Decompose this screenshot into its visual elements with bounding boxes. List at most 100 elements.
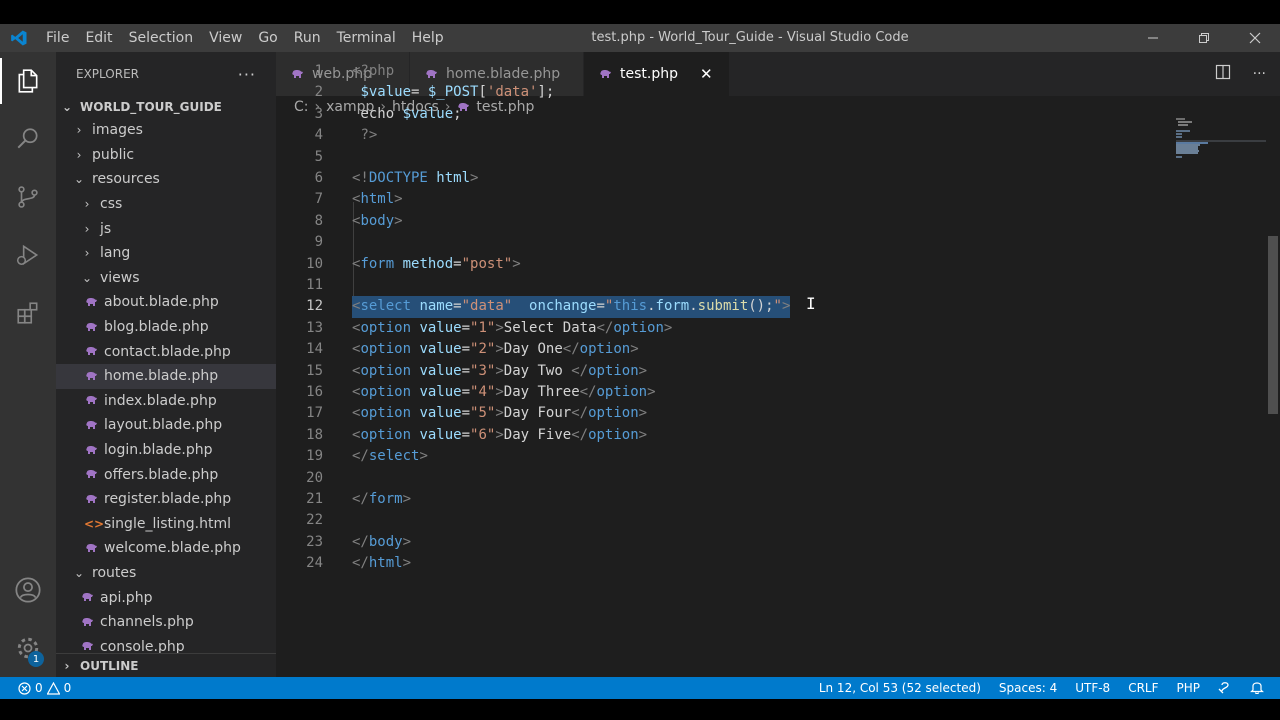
cursor-position[interactable]: Ln 12, Col 53 (52 selected) xyxy=(819,681,981,695)
indentation[interactable]: Spaces: 4 xyxy=(999,681,1057,695)
code-token: html xyxy=(360,191,395,208)
code-token: = xyxy=(461,384,471,400)
tree-item-label: welcome.blade.php xyxy=(104,540,241,557)
tree-file[interactable]: api.php xyxy=(56,585,276,610)
code-token: > xyxy=(495,362,504,379)
tree-file[interactable]: contact.blade.php xyxy=(56,339,276,364)
settings-gear-icon[interactable]: 1 xyxy=(0,619,56,677)
code-token: </ xyxy=(571,426,589,443)
source-control-icon[interactable] xyxy=(0,168,56,226)
extensions-icon[interactable] xyxy=(0,284,56,342)
encoding[interactable]: UTF-8 xyxy=(1075,681,1110,695)
tree-folder[interactable]: › lang xyxy=(56,241,276,266)
code-token: > xyxy=(470,170,479,186)
code-token: option xyxy=(588,426,639,443)
code-token: ?> xyxy=(360,127,378,144)
code-line: 21 </form> xyxy=(276,489,1280,510)
code-token: </ xyxy=(352,448,369,465)
status-bar: 0 0 Ln 12, Col 53 (52 selected) Spaces: … xyxy=(0,677,1280,699)
tree-file[interactable]: login.blade.php xyxy=(56,438,276,463)
minimap[interactable] xyxy=(1176,118,1266,168)
tree-item-label: lang xyxy=(100,245,131,262)
tree-file[interactable]: welcome.blade.php xyxy=(56,536,276,561)
chevron-right-icon: › xyxy=(84,246,90,261)
line-number: 17 xyxy=(306,405,323,422)
tree-item-label: login.blade.php xyxy=(104,442,213,459)
tree-file[interactable]: offers.blade.php xyxy=(56,462,276,487)
code-token: select xyxy=(360,298,412,315)
notifications-bell-icon[interactable] xyxy=(1250,680,1264,697)
tree-folder[interactable]: › css xyxy=(56,192,276,217)
explorer-title: EXPLORER xyxy=(76,67,139,81)
tree-file[interactable]: about.blade.php xyxy=(56,290,276,315)
code-token: > xyxy=(495,341,504,358)
code-token: </ xyxy=(579,384,597,400)
close-window-icon[interactable] xyxy=(1229,24,1280,52)
code-token: "post" xyxy=(461,255,513,272)
line-number: 21 xyxy=(306,491,323,507)
tree-file[interactable]: blog.blade.php xyxy=(56,315,276,340)
code-token: option xyxy=(360,341,412,358)
php-elephant-icon xyxy=(84,418,98,432)
code-token: = xyxy=(453,255,462,272)
menu-item-help[interactable]: Help xyxy=(404,24,452,52)
menu-item-view[interactable]: View xyxy=(201,24,250,52)
code-line: 19 </select> xyxy=(276,446,1280,467)
tree-file[interactable]: <> single_listing.html xyxy=(56,512,276,537)
tree-folder[interactable]: › public xyxy=(56,143,276,168)
line-number: 24 xyxy=(306,555,323,572)
outline-section[interactable]: › OUTLINE xyxy=(56,653,276,677)
menu-item-edit[interactable]: Edit xyxy=(77,24,120,52)
menu-item-selection[interactable]: Selection xyxy=(121,24,202,52)
menu-item-go[interactable]: Go xyxy=(250,24,285,52)
workspace-root[interactable]: ⌄ WORLD_TOUR_GUIDE xyxy=(56,96,276,118)
vertical-scrollbar[interactable] xyxy=(1266,118,1280,678)
language-mode[interactable]: PHP xyxy=(1177,681,1201,695)
code-token: submit xyxy=(697,298,749,315)
tree-folder[interactable]: ⌄ routes xyxy=(56,561,276,586)
tree-item-label: offers.blade.php xyxy=(104,466,219,483)
search-icon[interactable] xyxy=(0,110,56,168)
code-line: 16 <option value="4">Day Three</option> xyxy=(276,382,1280,403)
tree-item-label: js xyxy=(100,220,112,237)
code-editor[interactable]: 1 <?php 2 $value= $_POST['data']; 3 echo $v… xyxy=(276,63,1280,658)
scrollbar-thumb[interactable] xyxy=(1268,236,1278,414)
html-file-icon: <> xyxy=(84,516,105,531)
line-number: 4 xyxy=(314,127,323,144)
run-debug-icon[interactable] xyxy=(0,226,56,284)
error-icon xyxy=(18,681,31,695)
tree-file[interactable]: register.blade.php xyxy=(56,487,276,512)
menu-item-run[interactable]: Run xyxy=(286,24,329,52)
menu-item-terminal[interactable]: Terminal xyxy=(329,24,404,52)
title-bar: File Edit Selection View Go Run Terminal Help t… xyxy=(0,24,1280,52)
account-icon[interactable] xyxy=(0,561,56,619)
more-actions-icon[interactable]: ··· xyxy=(238,65,256,84)
tree-file[interactable]: channels.php xyxy=(56,610,276,635)
tree-file[interactable]: home.blade.php xyxy=(56,363,276,389)
problems-indicator[interactable]: 0 0 xyxy=(0,681,71,695)
code-token: > xyxy=(647,384,656,400)
tree-folder[interactable]: › js xyxy=(56,216,276,241)
end-of-line[interactable]: CRLF xyxy=(1128,681,1158,695)
line-text: </select> xyxy=(352,446,428,467)
code-token: $_POST xyxy=(427,84,479,101)
explorer-icon[interactable] xyxy=(0,52,56,110)
tree-folder[interactable]: ⌄ views xyxy=(56,266,276,291)
code-token: value xyxy=(411,319,462,336)
feedback-icon[interactable] xyxy=(1218,680,1232,697)
code-line: 23 </body> xyxy=(276,532,1280,553)
line-text: </html> xyxy=(352,553,411,574)
chevron-down-icon: ⌄ xyxy=(73,172,85,187)
code-token: Day Four xyxy=(503,405,572,422)
code-token: > xyxy=(638,362,648,379)
tree-file[interactable]: layout.blade.php xyxy=(56,413,276,438)
code-token: > xyxy=(638,426,648,443)
php-elephant-icon xyxy=(84,369,98,383)
tree-folder[interactable]: › images xyxy=(56,118,276,143)
menu-item-file[interactable]: File xyxy=(38,24,77,52)
restore-icon[interactable] xyxy=(1178,24,1229,52)
minimize-icon[interactable] xyxy=(1127,24,1178,52)
tree-folder[interactable]: ⌄ resources xyxy=(56,167,276,192)
code-token: = xyxy=(461,426,471,443)
tree-file[interactable]: index.blade.php xyxy=(56,389,276,414)
